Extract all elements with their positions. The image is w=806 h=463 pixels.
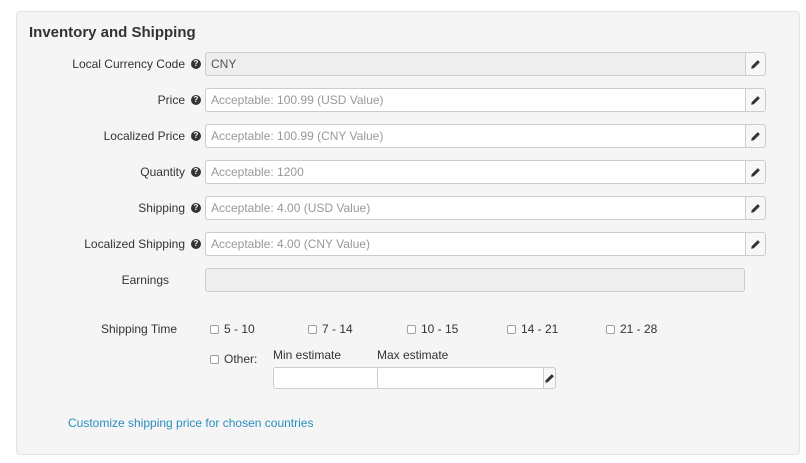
shipping-input[interactable] [205,196,745,220]
price-group [205,88,766,112]
earnings-value [205,268,745,292]
local-currency-group [205,52,766,76]
localized-price-edit-button[interactable] [745,124,766,148]
localized-shipping-input[interactable] [205,232,745,256]
help-icon[interactable]: ? [191,59,201,69]
field-row-price: Price ? [17,88,777,112]
localized-shipping-group [205,232,766,256]
checkbox[interactable] [606,324,615,334]
field-row-shipping: Shipping ? [17,196,777,220]
customize-shipping-link[interactable]: Customize shipping price for chosen coun… [68,416,313,430]
shipping-time-other[interactable]: Other: [210,352,257,366]
earnings-label: Earnings [121,273,169,287]
pencil-icon [751,239,760,249]
max-estimate-edit-button[interactable] [543,367,556,389]
price-label: Price ? [158,88,201,112]
localized-price-group [205,124,766,148]
inventory-shipping-panel: Inventory and Shipping Local Currency Co… [16,11,800,455]
quantity-group [205,160,766,184]
quantity-label: Quantity ? [140,160,201,184]
local-currency-edit-button[interactable] [745,52,766,76]
help-icon[interactable]: ? [191,95,201,105]
checkbox[interactable] [507,324,516,334]
help-icon[interactable]: ? [191,239,201,249]
localized-price-label: Localized Price ? [104,124,201,148]
help-icon[interactable]: ? [191,203,201,213]
local-currency-label: Local Currency Code ? [72,52,201,76]
pencil-icon [751,59,760,69]
help-icon[interactable]: ? [191,131,201,141]
checkbox[interactable] [210,324,219,334]
shipping-time-option-10-15[interactable]: 10 - 15 [407,322,458,336]
panel-title: Inventory and Shipping [29,24,196,41]
min-estimate-label: Min estimate [273,348,342,362]
help-icon[interactable]: ? [191,167,201,177]
localized-price-input[interactable] [205,124,745,148]
shipping-time-option-7-14[interactable]: 7 - 14 [308,322,353,336]
price-input[interactable] [205,88,745,112]
shipping-time-option-14-21[interactable]: 14 - 21 [507,322,558,336]
field-row-earnings: Earnings [17,268,777,292]
pencil-icon [751,167,760,177]
checkbox[interactable] [407,324,416,334]
quantity-input[interactable] [205,160,745,184]
pencil-icon [751,203,760,213]
price-edit-button[interactable] [745,88,766,112]
field-row-local-currency: Local Currency Code ? [17,52,777,76]
quantity-edit-button[interactable] [745,160,766,184]
checkbox[interactable] [308,324,317,334]
shipping-group [205,196,766,220]
checkbox[interactable] [210,354,219,364]
field-row-quantity: Quantity ? [17,160,777,184]
shipping-time-option-21-28[interactable]: 21 - 28 [606,322,657,336]
pencil-icon [751,131,760,141]
field-row-localized-shipping: Localized Shipping ? [17,232,777,256]
pencil-icon [545,373,554,383]
shipping-time-label: Shipping Time [101,322,178,336]
localized-shipping-label: Localized Shipping ? [84,232,201,256]
local-currency-input[interactable] [205,52,745,76]
max-estimate-label: Max estimate [377,348,449,362]
shipping-edit-button[interactable] [745,196,766,220]
min-estimate-group [273,367,452,389]
shipping-time-option-5-10[interactable]: 5 - 10 [210,322,255,336]
field-row-localized-price: Localized Price ? [17,124,777,148]
shipping-label: Shipping ? [138,196,201,220]
localized-shipping-edit-button[interactable] [745,232,766,256]
pencil-icon [751,95,760,105]
max-estimate-input[interactable] [377,367,543,389]
max-estimate-group [377,367,556,389]
